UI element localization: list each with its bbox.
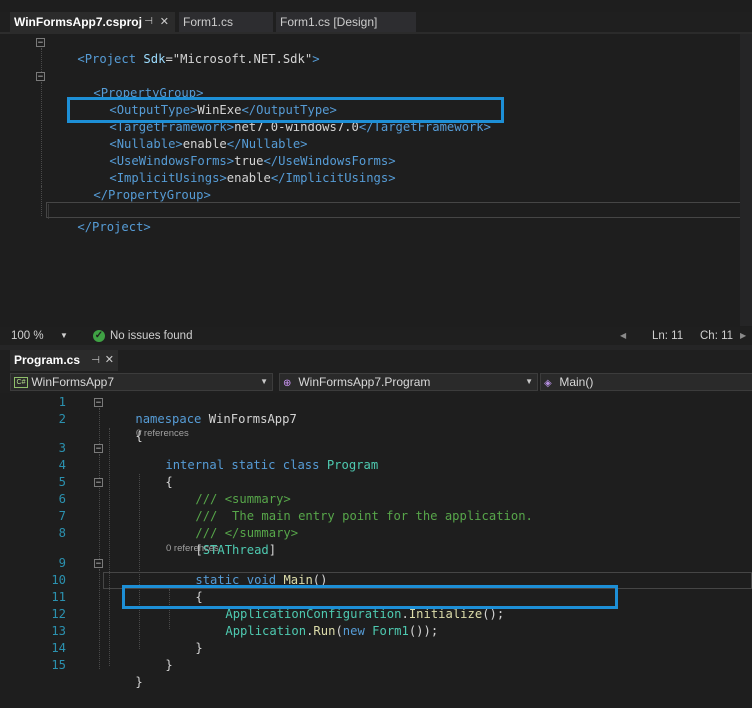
line-number: 2 bbox=[58, 412, 66, 426]
code-line: Application.Run(new Form1()); bbox=[225, 624, 439, 638]
member-label: Main() bbox=[559, 375, 594, 389]
code-line: { bbox=[135, 429, 143, 443]
line-number: 3 bbox=[58, 441, 66, 455]
tab-label: Program.cs bbox=[14, 353, 81, 367]
fold-toggle-icon[interactable]: − bbox=[94, 478, 103, 488]
chevron-down-icon: ▼ bbox=[525, 377, 533, 386]
issues-status[interactable]: No issues found bbox=[110, 327, 192, 345]
line-number: 8 bbox=[58, 526, 66, 540]
code-line: namespace WinFormsApp7 bbox=[135, 412, 297, 426]
tab-label: Form1.cs bbox=[183, 15, 234, 29]
xml-line: <Project Sdk="Microsoft.NET.Sdk"> bbox=[77, 52, 320, 66]
project-label: WinFormsApp7 bbox=[31, 375, 115, 389]
member-dropdown[interactable]: ◈ Main() bbox=[540, 373, 752, 391]
tab-label: WinFormsApp7.csproj bbox=[14, 15, 142, 29]
close-icon[interactable]: ✕ bbox=[160, 12, 169, 32]
column-status: Ch: 11 bbox=[700, 330, 734, 342]
fold-line bbox=[41, 82, 42, 186]
xml-line: <PropertyGroup> bbox=[93, 86, 204, 100]
class-icon: ⊕ bbox=[283, 378, 292, 389]
fold-line bbox=[41, 186, 42, 216]
pin-icon[interactable]: ⊣ bbox=[91, 350, 100, 371]
line-number: 5 bbox=[58, 475, 66, 489]
line-number: 13 bbox=[51, 624, 66, 638]
scroll-right-icon[interactable]: ▶ bbox=[740, 327, 746, 345]
fold-toggle-icon[interactable]: − bbox=[94, 398, 103, 408]
code-line: /// The main entry point for the applica… bbox=[195, 509, 533, 523]
code-line: } bbox=[195, 641, 203, 655]
line-number: 6 bbox=[58, 492, 66, 506]
indent-guide bbox=[109, 428, 110, 666]
fold-line bbox=[41, 48, 42, 72]
method-icon: ◈ bbox=[544, 378, 552, 389]
fold-line bbox=[99, 569, 100, 669]
close-icon[interactable]: ✕ bbox=[105, 350, 114, 371]
line-number: 15 bbox=[51, 658, 66, 672]
line-number: 14 bbox=[51, 641, 66, 655]
chevron-down-icon: ▼ bbox=[260, 377, 268, 386]
check-icon: ✓ bbox=[93, 330, 105, 342]
fold-toggle-icon[interactable]: − bbox=[94, 559, 103, 569]
scroll-left-icon[interactable]: ◀ bbox=[620, 327, 626, 345]
vertical-scrollbar[interactable] bbox=[740, 34, 752, 326]
zoom-level[interactable]: 100 % bbox=[11, 327, 44, 345]
program-editor[interactable]: 1 2 3 4 5 6 7 8 9 10 11 12 13 14 15 − − … bbox=[0, 394, 752, 689]
fold-line bbox=[99, 408, 100, 444]
csproj-editor[interactable]: − − <Project Sdk="Microsoft.NET.Sdk"> <P… bbox=[0, 34, 752, 326]
line-number: 10 bbox=[51, 573, 66, 587]
line-number: 11 bbox=[51, 590, 66, 604]
code-line: [STAThread] bbox=[195, 543, 277, 557]
fold-toggle-icon[interactable]: − bbox=[36, 72, 45, 82]
fold-line bbox=[99, 454, 100, 478]
code-line: } bbox=[135, 675, 143, 689]
editor-status-bar: 100 % ▼ ✓ No issues found ◀ Ln: 11 Ch: 1… bbox=[0, 327, 752, 345]
zoom-dropdown-icon[interactable]: ▼ bbox=[60, 327, 68, 345]
bottom-tab-strip: Program.cs ⊣ ✕ bbox=[0, 350, 752, 371]
tab-program-cs[interactable]: Program.cs ⊣ ✕ bbox=[10, 350, 118, 371]
line-number: 1 bbox=[58, 395, 66, 409]
fold-toggle-icon[interactable]: − bbox=[94, 444, 103, 454]
class-label: WinFormsApp7.Program bbox=[298, 375, 431, 389]
line-number: 9 bbox=[58, 556, 66, 570]
xml-line: <UseWindowsForms>true</UseWindowsForms> bbox=[109, 154, 396, 168]
line-number: 4 bbox=[58, 458, 66, 472]
fold-toggle-icon[interactable]: − bbox=[36, 38, 45, 48]
line-number-status: Ln: 11 bbox=[652, 330, 684, 342]
code-line: /// <summary> bbox=[195, 492, 291, 506]
code-line: static void Main() bbox=[195, 573, 328, 587]
xml-line: <ImplicitUsings>enable</ImplicitUsings> bbox=[109, 171, 396, 185]
code-line: /// </summary> bbox=[195, 526, 299, 540]
xml-line: </Project> bbox=[77, 220, 151, 234]
top-tab-strip: WinFormsApp7.csproj ⊣ ✕ Form1.cs Form1.c… bbox=[0, 12, 752, 34]
pin-icon[interactable]: ⊣ bbox=[144, 12, 153, 32]
xml-line: </PropertyGroup> bbox=[93, 188, 211, 202]
line-number: 12 bbox=[51, 607, 66, 621]
navigation-bar: C# WinFormsApp7 ▼ ⊕ WinFormsApp7.Program… bbox=[0, 371, 752, 393]
tab-csproj[interactable]: WinFormsApp7.csproj ⊣ ✕ bbox=[10, 12, 175, 32]
code-line: { bbox=[165, 475, 173, 489]
xml-line: <Nullable>enable</Nullable> bbox=[109, 137, 308, 151]
class-dropdown[interactable]: ⊕ WinFormsApp7.Program ▼ bbox=[279, 373, 538, 391]
tab-form1-cs[interactable]: Form1.cs bbox=[179, 12, 273, 32]
code-line: } bbox=[165, 658, 173, 672]
tab-form1-design[interactable]: Form1.cs [Design] bbox=[276, 12, 416, 32]
current-line-highlight bbox=[46, 202, 748, 218]
fold-line bbox=[99, 488, 100, 559]
tab-label: Form1.cs [Design] bbox=[280, 15, 378, 29]
project-dropdown[interactable]: C# WinFormsApp7 ▼ bbox=[10, 373, 273, 391]
csharp-project-icon: C# bbox=[14, 377, 28, 389]
code-line: internal static class Program bbox=[165, 458, 379, 472]
references-codelens[interactable]: 0 references bbox=[136, 428, 189, 439]
references-codelens[interactable]: 0 references bbox=[166, 543, 219, 554]
line-number: 7 bbox=[58, 509, 66, 523]
